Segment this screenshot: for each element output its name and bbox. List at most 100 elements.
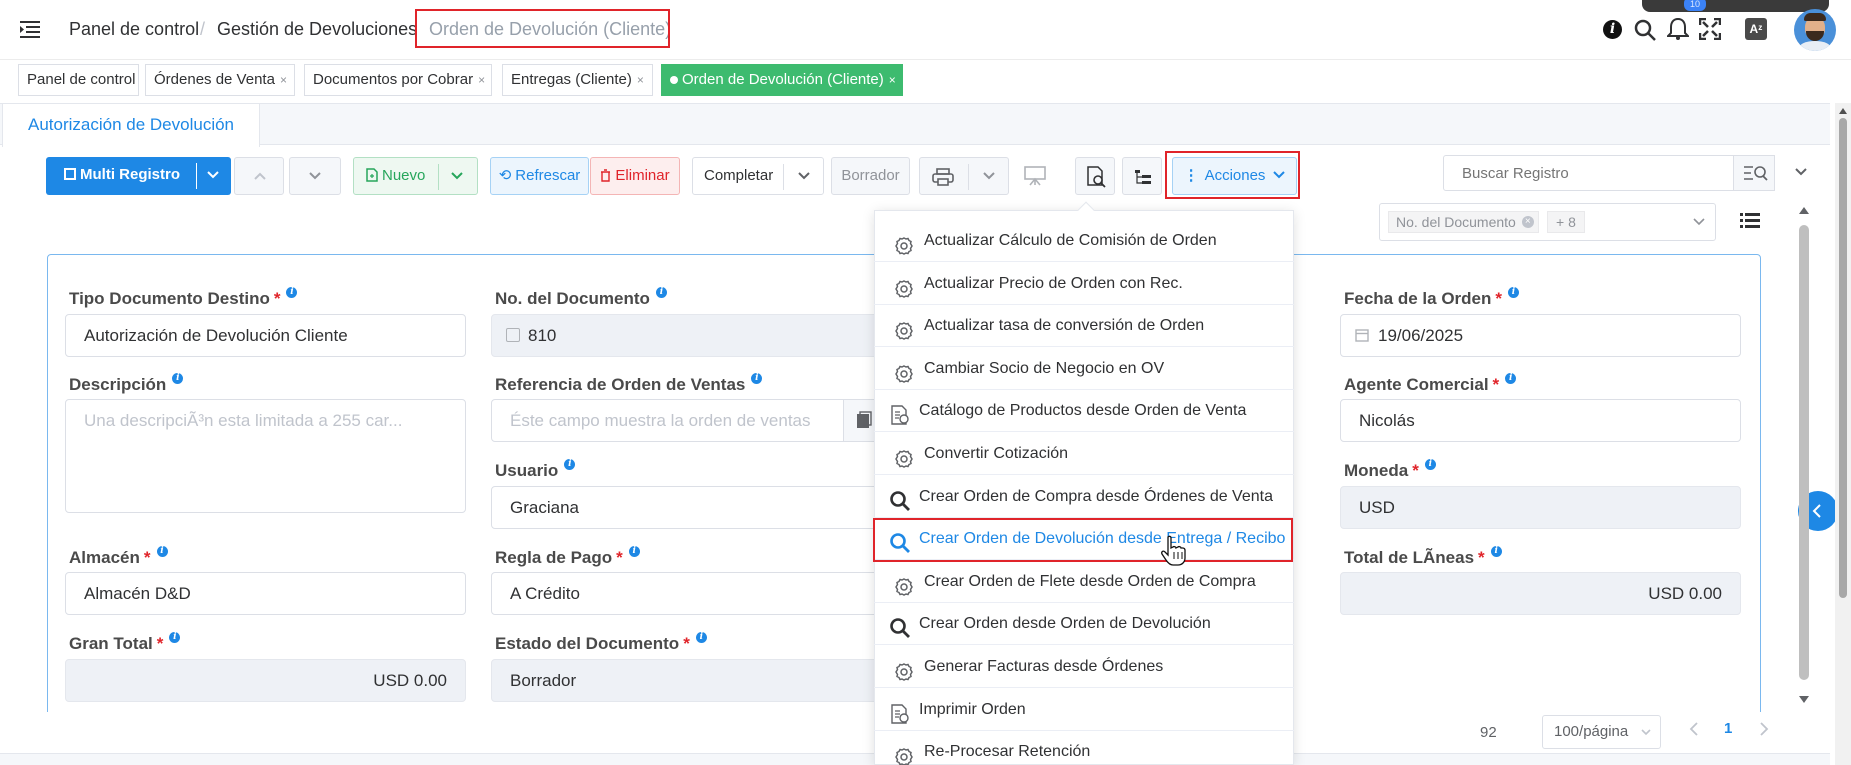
breadcrumb-gestion[interactable]: Gestión de Devoluciones [217, 19, 417, 40]
almacen-field[interactable]: Almacén D&D [65, 572, 466, 615]
menu-item-label: Generar Facturas desde Órdenes [924, 658, 1164, 675]
tab-panel-de-control[interactable]: Panel de control [18, 64, 139, 96]
menu-item-label: Imprimir Orden [919, 700, 1026, 718]
estado-documento-field[interactable]: Borrador [491, 659, 911, 702]
usuario-label: Usuario i [495, 459, 576, 481]
menu-item[interactable]: Actualizar Precio de Orden con Rec. [874, 263, 1294, 305]
chevron-left-icon[interactable] [1689, 722, 1699, 736]
gear-icon [894, 274, 914, 298]
active-dot-icon [670, 76, 678, 84]
menu-item-label: Crear Orden desde Orden de Devolución [919, 615, 1211, 633]
grid-icon [64, 168, 76, 180]
moneda-field[interactable]: USD [1340, 486, 1741, 529]
usuario-field[interactable]: Graciana [491, 486, 911, 529]
close-icon[interactable]: × [1521, 216, 1534, 228]
tipo-documento-field[interactable]: Autorización de Devolución Cliente [65, 314, 466, 357]
fecha-orden-field[interactable]: 19/06/2025 [1340, 314, 1741, 357]
total-lineas-field[interactable]: USD 0.00 [1340, 572, 1741, 615]
next-record-button[interactable] [289, 157, 341, 195]
menu-item-label: Catálogo de Productos desde Orden de Ven… [919, 402, 1247, 420]
menu-item[interactable]: Crear Orden de Flete desde Orden de Comp… [874, 561, 1294, 603]
menu-item[interactable]: Actualizar tasa de conversión de Orden [874, 305, 1294, 348]
menu-item[interactable]: Re-Procesar Retención [874, 731, 1294, 765]
current-page[interactable]: 1 [1724, 720, 1732, 737]
chevron-down-icon[interactable] [1795, 167, 1807, 177]
menu-item[interactable]: Cambiar Socio de Negocio en OV [874, 348, 1294, 390]
refrescar-button[interactable]: ⟲ Refrescar [490, 157, 589, 195]
search-icon[interactable] [1633, 18, 1657, 42]
advanced-search-button[interactable] [1733, 155, 1775, 191]
breadcrumb-panel[interactable]: Panel de control [69, 19, 199, 40]
scroll-down-icon[interactable] [1798, 695, 1810, 705]
nuevo-label: Nuevo [382, 167, 426, 184]
info-icon: i [751, 373, 763, 384]
scroll-up-icon[interactable] [1798, 205, 1810, 215]
bell-icon[interactable] [1667, 17, 1689, 41]
tab-documentos-por-cobrar[interactable]: Documentos por Cobrar × [304, 64, 492, 96]
close-icon[interactable]: × [637, 73, 644, 87]
completar-select[interactable]: Completar [692, 157, 824, 195]
filter-select[interactable]: No. del Documento × + 8 [1379, 203, 1716, 241]
total-records: 92 [1480, 724, 1497, 741]
tab-ordenes-de-venta[interactable]: Órdenes de Venta × [145, 64, 295, 96]
fullscreen-icon[interactable] [1699, 18, 1721, 40]
avatar[interactable] [1794, 9, 1836, 51]
tab-entregas-cliente[interactable]: Entregas (Cliente) × [502, 64, 653, 96]
chevron-right-icon[interactable] [1759, 722, 1769, 736]
almacen-label: Almacén * i [69, 546, 168, 568]
chevron-left-icon [1812, 504, 1821, 518]
eliminar-button[interactable]: Eliminar [590, 157, 680, 195]
borrador-button[interactable]: Borrador [831, 157, 910, 195]
close-icon[interactable]: × [478, 73, 485, 87]
subtab-autorizacion[interactable]: Autorización de Devolución [2, 103, 260, 147]
tab-label: Orden de Devolución (Cliente) [682, 71, 884, 88]
filter-chip-label: No. del Documento [1396, 214, 1516, 230]
eliminar-label: Eliminar [615, 167, 670, 184]
nuevo-button[interactable]: Nuevo [353, 157, 478, 195]
no-documento-label: No. del Documento i [495, 287, 667, 309]
page-scrollbar[interactable] [1835, 103, 1851, 765]
print-button[interactable] [919, 157, 1009, 195]
chevron-down-icon [309, 172, 321, 180]
regla-pago-field[interactable]: A Crédito [491, 572, 911, 615]
chevron-down-icon [1693, 218, 1705, 226]
page-size-label: 100/página [1554, 723, 1629, 740]
menu-item[interactable]: Catálogo de Productos desde Orden de Ven… [874, 390, 1294, 433]
info-icon: i [1424, 459, 1436, 470]
menu-toggle-icon[interactable] [20, 20, 40, 38]
menu-item[interactable]: Actualizar Cálculo de Comisión de Orden [874, 220, 1294, 262]
search-record-input[interactable] [1444, 156, 1734, 190]
content-scrollbar-thumb[interactable] [1799, 225, 1809, 680]
close-icon[interactable]: × [889, 73, 896, 87]
agente-comercial-field[interactable]: Nicolás [1340, 399, 1741, 442]
highlight-menu-item [873, 518, 1293, 562]
chevron-down-icon [1641, 729, 1651, 736]
find-document-button[interactable] [1075, 157, 1115, 195]
list-icon[interactable] [1740, 212, 1760, 230]
page-size-select[interactable]: 100/página [1542, 715, 1661, 749]
refresh-icon: ⟲ [498, 167, 512, 184]
no-documento-field[interactable]: 810 [491, 314, 911, 357]
translate-icon[interactable]: Aᶻ [1745, 18, 1767, 40]
descripcion-textarea[interactable]: Una descripciÃ³n esta limitada a 255 car… [65, 399, 466, 513]
gran-total-field[interactable]: USD 0.00 [65, 659, 466, 702]
multi-registro-button[interactable]: Multi Registro [46, 157, 231, 195]
label-text: Almacén [69, 548, 140, 567]
label-text: Usuario [495, 461, 559, 480]
menu-item[interactable]: Crear Orden de Compra desde Órdenes de V… [874, 476, 1294, 518]
tab-orden-de-devolucion[interactable]: Orden de Devolución (Cliente) × [661, 64, 903, 96]
menu-item[interactable]: Crear Orden desde Orden de Devolución [874, 603, 1294, 646]
info-icon[interactable]: i [1603, 20, 1622, 39]
label-text: Regla de Pago [495, 548, 613, 567]
tree-view-button[interactable] [1122, 157, 1162, 195]
menu-item[interactable]: Generar Facturas desde Órdenes [874, 646, 1294, 688]
calendar-icon [1355, 329, 1369, 342]
close-icon[interactable]: × [280, 73, 287, 87]
menu-item[interactable]: Imprimir Orden [874, 689, 1294, 731]
tab-label: Panel de control [27, 71, 136, 88]
overlay-bar: 10 [1642, 0, 1829, 12]
chart-button[interactable] [1015, 157, 1055, 195]
tipo-documento-label: Tipo Documento Destino * i [69, 287, 298, 309]
menu-item[interactable]: Convertir Cotización [874, 433, 1294, 475]
previous-record-button[interactable] [234, 157, 284, 195]
